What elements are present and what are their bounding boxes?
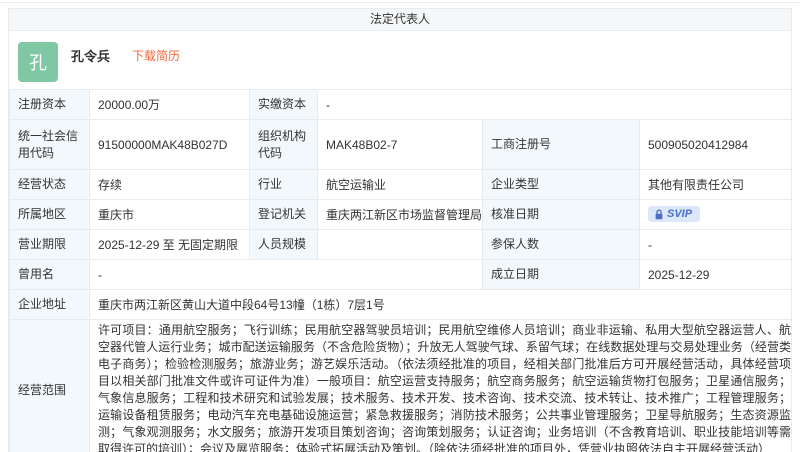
download-resume-link[interactable]: 下载简历: [132, 47, 180, 64]
field-value-credit-code: 91500000MAK48B027D: [89, 119, 250, 170]
field-label-org-code: 组织机构代码: [249, 119, 318, 170]
field-label-former-name: 曾用名: [9, 259, 90, 290]
table-row: 经营状态 存续 行业 航空运输业 企业类型 其他有限责任公司: [9, 169, 793, 200]
field-value-region: 重庆市: [89, 199, 250, 230]
field-label-paid-capital: 实缴资本: [249, 89, 318, 120]
legal-representative-panel: 法定代表人 孔 孔令兵 下载简历 注册资本 20000.00万 实缴资本 - 统…: [8, 8, 793, 452]
field-label-address: 企业地址: [9, 289, 90, 320]
person-name: 孔令兵: [71, 49, 111, 64]
person-row: 孔 孔令兵 下载简历: [9, 31, 791, 89]
field-value-reg-number: 500905020412984: [638, 119, 793, 170]
field-value-reg-authority: 重庆两江新区市场监督管理局: [317, 199, 483, 230]
field-label-industry: 行业: [249, 169, 318, 200]
table-row: 所属地区 重庆市 登记机关 重庆两江新区市场监督管理局 核准日期 SVIP: [9, 199, 793, 230]
field-value-approval-date: SVIP: [638, 199, 793, 230]
field-label-establish-date: 成立日期: [482, 259, 640, 290]
field-value-staff-size: [317, 229, 483, 260]
field-label-insured-count: 参保人数: [482, 229, 640, 260]
field-value-former-name: -: [89, 259, 483, 290]
svip-badge-label: SVIP: [667, 208, 693, 221]
field-label-company-type: 企业类型: [482, 169, 640, 200]
field-value-paid-capital: -: [316, 89, 793, 120]
field-label-approval-date: 核准日期: [482, 199, 640, 230]
field-value-industry: 航空运输业: [317, 169, 483, 200]
avatar: 孔: [18, 42, 58, 82]
table-row: 企业地址 重庆市两江新区黄山大道中段64号13幢（1栋）7层1号: [9, 289, 793, 320]
field-label-reg-number: 工商注册号: [482, 119, 640, 170]
field-label-status: 经营状态: [9, 169, 90, 200]
page-top-divider: [0, 2, 800, 3]
field-value-org-code: MAK48B02-7: [317, 119, 483, 170]
table-row: 统一社会信用代码 91500000MAK48B027D 组织机构代码 MAK48…: [9, 119, 793, 170]
field-value-business-term: 2025-12-29 至 无固定期限: [89, 229, 250, 260]
field-label-credit-code: 统一社会信用代码: [9, 119, 90, 170]
field-value-address: 重庆市两江新区黄山大道中段64号13幢（1栋）7层1号: [88, 289, 793, 320]
field-label-business-term: 营业期限: [9, 229, 90, 260]
field-value-insured-count: -: [638, 229, 793, 260]
table-row: 营业期限 2025-12-29 至 无固定期限 人员规模 参保人数 -: [9, 229, 793, 260]
field-value-reg-capital: 20000.00万: [89, 89, 250, 120]
field-label-region: 所属地区: [9, 199, 90, 230]
table-row: 曾用名 - 成立日期 2025-12-29: [9, 259, 793, 290]
field-label-reg-capital: 注册资本: [9, 89, 90, 120]
field-label-business-scope: 经营范围: [9, 319, 90, 452]
table-row: 注册资本 20000.00万 实缴资本 -: [9, 89, 793, 120]
field-value-company-type: 其他有限责任公司: [638, 169, 793, 200]
field-label-reg-authority: 登记机关: [249, 199, 318, 230]
field-value-business-scope: 许可项目：通用航空服务；飞行训练；民用航空器驾驶员培训；民用航空维修人员培训；商…: [88, 319, 793, 452]
table-row: 经营范围 许可项目：通用航空服务；飞行训练；民用航空器驾驶员培训；民用航空维修人…: [9, 319, 793, 452]
field-value-establish-date: 2025-12-29: [638, 259, 793, 290]
field-label-staff-size: 人员规模: [249, 229, 318, 260]
svip-badge[interactable]: SVIP: [648, 206, 701, 223]
lock-icon: [655, 209, 663, 219]
field-value-status: 存续: [89, 169, 250, 200]
company-info-table: 注册资本 20000.00万 实缴资本 - 统一社会信用代码 91500000M…: [9, 89, 793, 452]
panel-title: 法定代表人: [9, 9, 791, 31]
